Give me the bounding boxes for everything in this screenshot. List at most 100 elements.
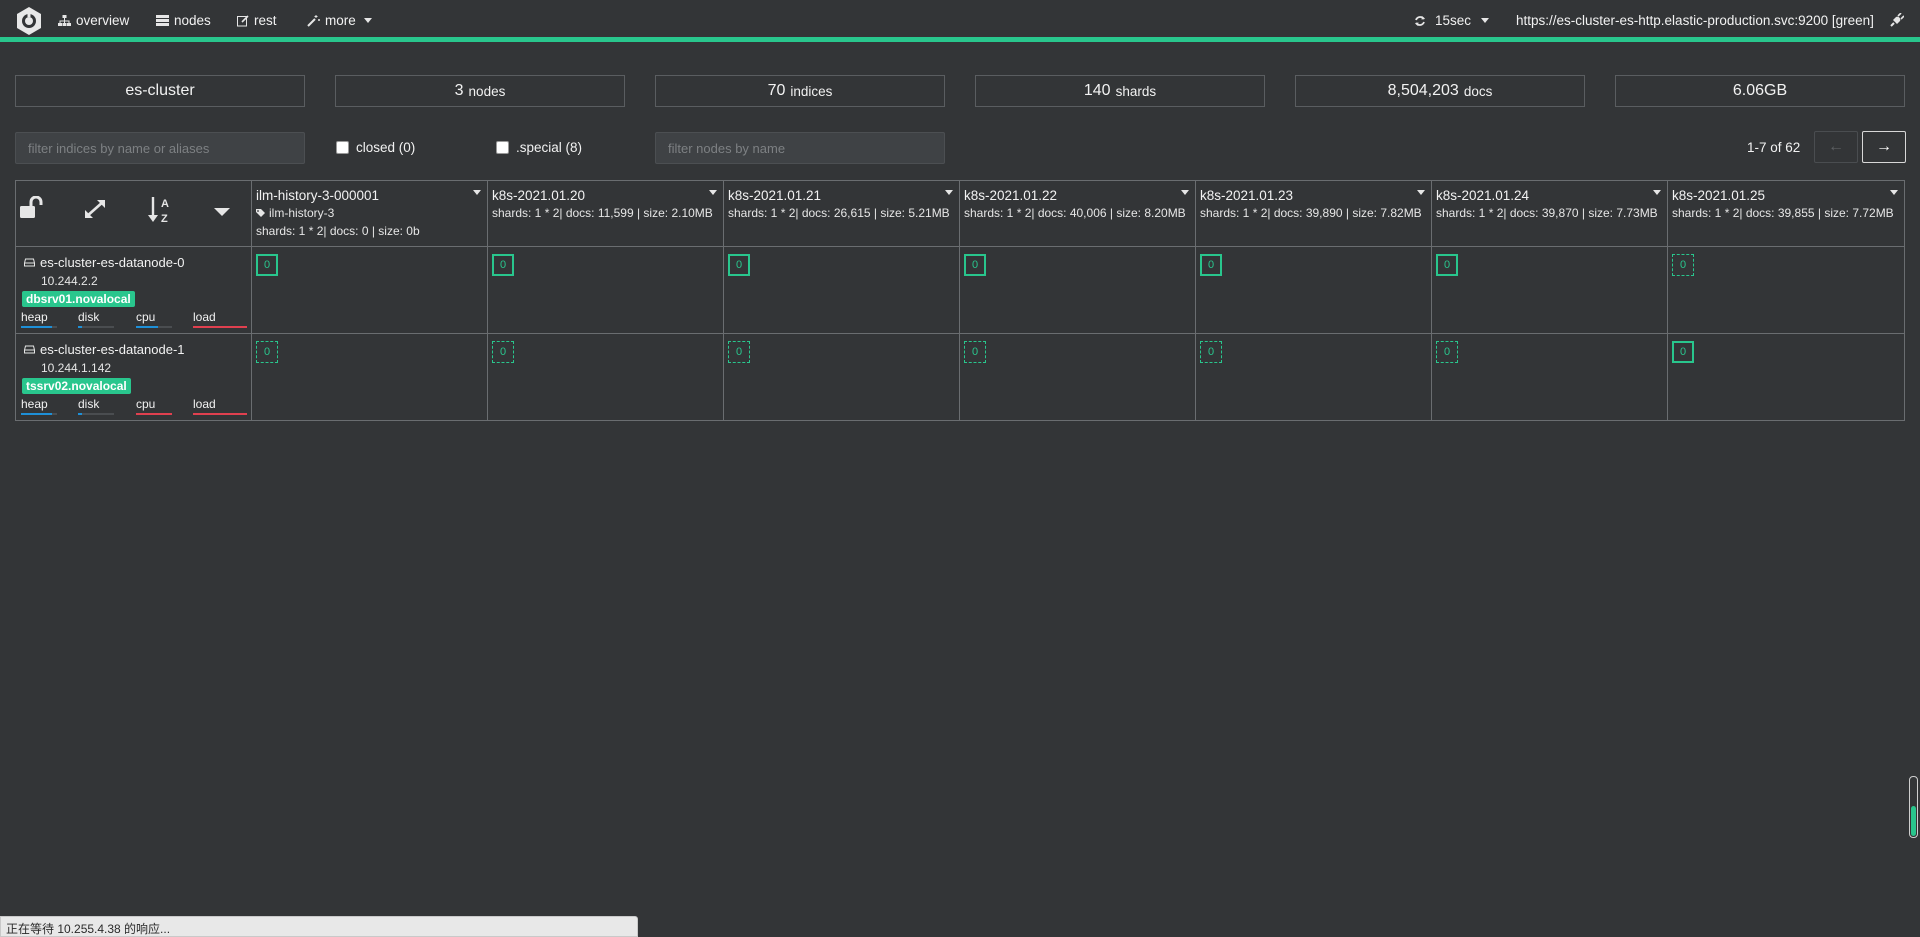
node-metric-load[interactable]: load: [193, 310, 247, 328]
node-metric-cpu[interactable]: cpu: [136, 310, 172, 328]
metric-bar: [21, 413, 57, 415]
index-header-cell[interactable]: k8s-2021.01.21 shards: 1 * 2| docs: 26,61…: [724, 181, 960, 247]
node-metric-cpu[interactable]: cpu: [136, 397, 172, 415]
nodes-unit: nodes: [468, 83, 506, 99]
shard-cell: 0: [1432, 247, 1668, 334]
shard-number: 0: [1443, 346, 1451, 358]
sort-alpha-icon[interactable]: A Z: [148, 195, 176, 225]
previous-page-button[interactable]: ←: [1814, 131, 1858, 163]
index-header-cell[interactable]: ilm-history-3-000001 ilm-history-3 shards:…: [252, 181, 488, 247]
shard-cell: 0: [1196, 334, 1432, 420]
nav-more[interactable]: more: [307, 13, 372, 28]
primary-shard[interactable]: 0: [964, 254, 986, 276]
replica-shard[interactable]: 0: [964, 341, 986, 363]
sitemap-icon: [58, 14, 71, 26]
primary-shard[interactable]: 0: [1436, 254, 1458, 276]
index-name[interactable]: k8s-2021.01.25: [1672, 188, 1765, 203]
metric-bar-fill: [136, 326, 158, 328]
index-header-cell[interactable]: k8s-2021.01.25 shards: 1 * 2| docs: 39,85…: [1668, 181, 1904, 247]
shard-cell: 0: [960, 334, 1196, 420]
docs-unit: docs: [1463, 83, 1493, 99]
next-page-button[interactable]: →: [1862, 131, 1906, 163]
index-name[interactable]: k8s-2021.01.22: [964, 188, 1057, 203]
hdd-icon: [24, 258, 35, 267]
shard-number: 0: [499, 346, 507, 358]
chevron-down-icon[interactable]: [1417, 190, 1425, 195]
shard-number: 0: [1207, 346, 1215, 358]
shard-cell: 0: [1432, 334, 1668, 420]
closed-indices-checkbox[interactable]: closed (0): [336, 140, 415, 155]
checkbox-box[interactable]: [336, 141, 349, 154]
node-metric-heap[interactable]: heap: [21, 310, 57, 328]
dropdown-caret-icon[interactable]: [214, 208, 230, 216]
primary-shard[interactable]: 0: [728, 254, 750, 276]
shards-unit: shards: [1115, 83, 1157, 99]
primary-shard[interactable]: 0: [492, 254, 514, 276]
filter-nodes-input[interactable]: [655, 132, 945, 164]
shard-number: 0: [735, 346, 743, 358]
index-header-cell[interactable]: k8s-2021.01.20 shards: 1 * 2| docs: 11,59…: [488, 181, 724, 247]
index-stats: shards: 1 * 2| docs: 0 | size: 0b: [256, 224, 420, 238]
index-name[interactable]: k8s-2021.01.21: [728, 188, 821, 203]
node-ip: 10.244.1.142: [41, 361, 112, 375]
nav-rest[interactable]: rest: [237, 13, 277, 28]
disconnect-button[interactable]: [1890, 13, 1904, 27]
node-name[interactable]: es-cluster-es-datanode-0: [24, 255, 185, 270]
chevron-down-icon[interactable]: [473, 190, 481, 195]
grid-controls-cell: A Z: [16, 181, 252, 247]
index-header-cell[interactable]: k8s-2021.01.22 shards: 1 * 2| docs: 40,00…: [960, 181, 1196, 247]
scroll-indicator[interactable]: [1909, 776, 1918, 838]
index-stats: shards: 1 * 2| docs: 39,855 | size: 7.72…: [1672, 206, 1894, 220]
cluster-url[interactable]: https://es-cluster-es-http.elastic-produ…: [1516, 13, 1874, 28]
chevron-down-icon[interactable]: [1181, 190, 1189, 195]
chevron-down-icon[interactable]: [709, 190, 717, 195]
cerebro-logo-icon[interactable]: [14, 6, 44, 36]
metric-label: disk: [78, 397, 100, 411]
index-name[interactable]: k8s-2021.01.23: [1200, 188, 1293, 203]
node-metric-disk[interactable]: disk: [78, 397, 114, 415]
replica-shard[interactable]: 0: [256, 341, 278, 363]
node-metric-heap[interactable]: heap: [21, 397, 57, 415]
index-header-cell[interactable]: k8s-2021.01.23 shards: 1 * 2| docs: 39,89…: [1196, 181, 1432, 247]
shards-count: 140: [1083, 82, 1111, 99]
primary-shard[interactable]: 0: [1200, 254, 1222, 276]
index-name[interactable]: k8s-2021.01.24: [1436, 188, 1529, 203]
node-metric-disk[interactable]: disk: [78, 310, 114, 328]
special-indices-checkbox[interactable]: .special (8): [496, 140, 582, 155]
replica-shard[interactable]: 0: [728, 341, 750, 363]
shard-cell: 0: [1196, 247, 1432, 334]
shard-cell: 0: [252, 334, 488, 420]
nav-overview[interactable]: overview: [58, 13, 129, 28]
replica-shard[interactable]: 0: [1200, 341, 1222, 363]
unlock-icon[interactable]: [20, 196, 48, 220]
primary-shard[interactable]: 0: [1672, 341, 1694, 363]
nav-nodes-label: nodes: [174, 13, 211, 28]
metric-bar-fill: [193, 413, 247, 415]
index-header-cell[interactable]: k8s-2021.01.24 shards: 1 * 2| docs: 39,87…: [1432, 181, 1668, 247]
index-name[interactable]: ilm-history-3-000001: [256, 188, 379, 203]
node-name-label[interactable]: es-cluster-es-datanode-1: [40, 342, 185, 357]
shard-cell: 0: [488, 334, 724, 420]
chevron-down-icon[interactable]: [1890, 190, 1898, 195]
nav-more-label: more: [325, 13, 356, 28]
primary-shard[interactable]: 0: [256, 254, 278, 276]
metric-bar: [78, 413, 114, 415]
closed-indices-label: closed (0): [356, 140, 416, 155]
index-name[interactable]: k8s-2021.01.20: [492, 188, 585, 203]
special-indices-label: .special (8): [516, 140, 583, 155]
chevron-down-icon[interactable]: [1653, 190, 1661, 195]
checkbox-box[interactable]: [496, 141, 509, 154]
chevron-down-icon[interactable]: [945, 190, 953, 195]
expand-icon[interactable]: [83, 198, 107, 220]
filter-indices-input[interactable]: [15, 132, 305, 164]
node-name-label[interactable]: es-cluster-es-datanode-0: [40, 255, 185, 270]
refresh-interval-dropdown[interactable]: 15sec: [1414, 13, 1490, 28]
node-name[interactable]: es-cluster-es-datanode-1: [24, 342, 185, 357]
replica-shard[interactable]: 0: [492, 341, 514, 363]
cluster-size: 6.06GB: [1732, 82, 1788, 99]
node-metric-load[interactable]: load: [193, 397, 247, 415]
nav-nodes[interactable]: nodes: [156, 13, 211, 28]
replica-shard[interactable]: 0: [1436, 341, 1458, 363]
shard-allocation-grid: A Z ilm-history-3-000001 ilm-history-3 sha…: [15, 180, 1905, 421]
replica-shard[interactable]: 0: [1672, 254, 1694, 276]
